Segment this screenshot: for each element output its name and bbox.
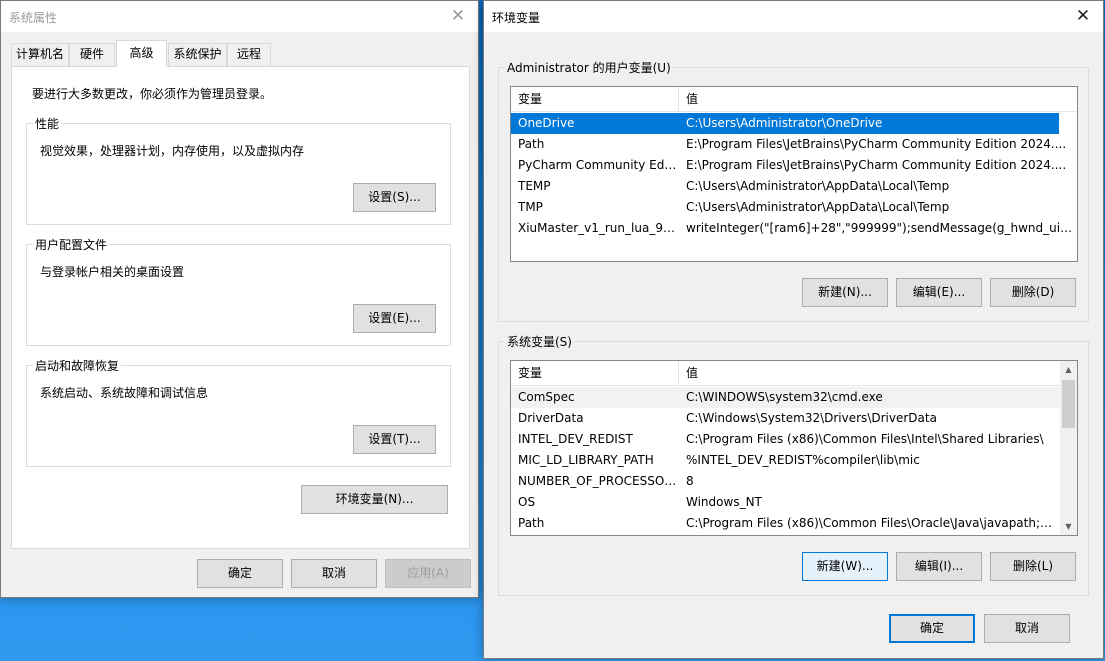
user-profiles-settings-button[interactable]: 设置(E)... (353, 304, 436, 333)
system-properties-window: 系统属性 ✕ 计算机名 硬件 高级 系统保护 远程 要进行大多数更改，你必须作为… (0, 0, 479, 598)
tab-label: 远程 (236, 47, 261, 61)
user-delete-button[interactable]: 删除(D) (990, 278, 1076, 307)
column-header-variable[interactable]: 变量 (511, 361, 679, 386)
variable-value: C:\Program Files (x86)\Common Files\Orac… (686, 516, 1054, 530)
variable-value: %INTEL_DEV_REDIST%compiler\lib\mic (686, 453, 920, 467)
group-title: 用户配置文件 (33, 236, 110, 253)
cancel-button[interactable]: 取消 (291, 559, 377, 588)
list-row[interactable]: OneDrive C:\Users\Administrator\OneDrive (511, 113, 1059, 134)
variable-name: TMP (518, 200, 543, 214)
list-header: 变量 值 (511, 87, 1077, 112)
user-variables-group: Administrator 的用户变量(U) 变量 值 OneDrive C:\… (498, 59, 1089, 322)
variable-value: C:\Users\Administrator\AppData\Local\Tem… (686, 200, 950, 214)
list-row[interactable]: DriverData C:\Windows\System32\Drivers\D… (511, 408, 1060, 429)
scroll-thumb[interactable] (1062, 380, 1075, 428)
advanced-tab-panel: 要进行大多数更改，你必须作为管理员登录。 性能 视觉效果，处理器计划，内存使用，… (11, 66, 470, 549)
variable-value: E:\Program Files\JetBrains\PyCharm Commu… (686, 137, 1067, 151)
cancel-button[interactable]: 取消 (984, 614, 1070, 643)
variable-value: C:\WINDOWS\system32\cmd.exe (686, 390, 883, 404)
column-header-value[interactable]: 值 (679, 361, 1060, 386)
environment-variables-titlebar[interactable]: 环境变量 ✕ (484, 1, 1103, 32)
variable-name: OS (518, 495, 536, 509)
startup-recovery-group: 启动和故障恢复 系统启动、系统故障和调试信息 设置(T)... (26, 357, 451, 467)
group-description: 与登录帐户相关的桌面设置 (40, 265, 185, 279)
tab-system-protection[interactable]: 系统保护 (168, 43, 227, 66)
window-title: 系统属性 (9, 11, 58, 25)
list-row[interactable]: XiuMaster_v1_run_lua_988 writeInteger("[… (511, 218, 1077, 239)
startup-recovery-settings-button[interactable]: 设置(T)... (353, 425, 436, 454)
user-variables-list[interactable]: 变量 值 OneDrive C:\Users\Administrator\One… (510, 86, 1078, 262)
list-row[interactable]: TMP C:\Users\Administrator\AppData\Local… (511, 197, 1077, 218)
scroll-down-icon[interactable]: ▼ (1060, 518, 1077, 535)
system-delete-button[interactable]: 删除(L) (990, 552, 1076, 581)
variable-name: OneDrive (518, 116, 575, 130)
variable-value: C:\Users\Administrator\AppData\Local\Tem… (686, 179, 950, 193)
close-icon[interactable]: ✕ (438, 1, 478, 32)
performance-settings-button[interactable]: 设置(S)... (353, 183, 436, 212)
environment-variables-button[interactable]: 环境变量(N)... (301, 485, 448, 514)
scroll-up-icon[interactable]: ▲ (1060, 361, 1077, 378)
system-edit-button[interactable]: 编辑(I)... (896, 552, 982, 581)
user-new-button[interactable]: 新建(N)... (802, 278, 888, 307)
variable-name: ComSpec (518, 390, 575, 404)
system-variables-scrollbar[interactable]: ▲ ▼ (1060, 361, 1077, 535)
environment-variables-window: 环境变量 ✕ Administrator 的用户变量(U) 变量 值 OneDr… (483, 0, 1104, 659)
variable-value: C:\Users\Administrator\OneDrive (686, 116, 883, 130)
system-variables-title: 系统变量(S) (505, 333, 574, 350)
variable-name: Path (518, 137, 545, 151)
tab-hardware[interactable]: 硬件 (69, 43, 115, 66)
group-title: 启动和故障恢复 (33, 357, 122, 374)
variable-value: writeInteger("[ram6]+28","999999");sendM… (686, 221, 1074, 235)
tab-label: 硬件 (79, 47, 104, 61)
variable-name: MIC_LD_LIBRARY_PATH (518, 453, 654, 467)
window-title: 环境变量 (492, 11, 541, 25)
system-variables-list[interactable]: 变量 值 ComSpec C:\WINDOWS\system32\cmd.exe… (510, 360, 1078, 536)
user-edit-button[interactable]: 编辑(E)... (896, 278, 982, 307)
tab-label: 高级 (129, 46, 154, 60)
group-title: 性能 (33, 115, 62, 132)
list-row[interactable]: INTEL_DEV_REDIST C:\Program Files (x86)\… (511, 429, 1060, 450)
column-header-value[interactable]: 值 (679, 87, 1077, 112)
tab-computer-name[interactable]: 计算机名 (11, 43, 69, 66)
list-row[interactable]: ComSpec C:\WINDOWS\system32\cmd.exe (511, 387, 1060, 408)
variable-value: C:\Windows\System32\Drivers\DriverData (686, 411, 937, 425)
list-row[interactable]: Path E:\Program Files\JetBrains\PyCharm … (511, 134, 1077, 155)
ok-button[interactable]: 确定 (197, 559, 283, 588)
list-row[interactable]: Path C:\Program Files (x86)\Common Files… (511, 513, 1060, 534)
variable-name: NUMBER_OF_PROCESSORS (518, 474, 678, 488)
close-icon[interactable]: ✕ (1063, 1, 1103, 32)
system-variables-group: 系统变量(S) 变量 值 ComSpec C:\WINDOWS\system32… (498, 333, 1089, 596)
list-row[interactable]: TEMP C:\Users\Administrator\AppData\Loca… (511, 176, 1077, 197)
tab-advanced[interactable]: 高级 (116, 40, 167, 67)
list-header: 变量 值 (511, 361, 1060, 386)
tab-label: 系统保护 (173, 47, 222, 61)
list-row[interactable]: NUMBER_OF_PROCESSORS 8 (511, 471, 1060, 492)
user-variables-title: Administrator 的用户变量(U) (505, 59, 673, 76)
group-description: 视觉效果，处理器计划，内存使用，以及虚拟内存 (40, 144, 305, 158)
system-new-button[interactable]: 新建(W)... (802, 552, 888, 581)
tab-label: 计算机名 (15, 47, 64, 61)
variable-name: DriverData (518, 411, 584, 425)
group-description: 系统启动、系统故障和调试信息 (40, 386, 209, 400)
list-row[interactable]: MIC_LD_LIBRARY_PATH %INTEL_DEV_REDIST%co… (511, 450, 1060, 471)
variable-name: INTEL_DEV_REDIST (518, 432, 633, 446)
admin-notice: 要进行大多数更改，你必须作为管理员登录。 (32, 87, 273, 101)
variable-name: TEMP (518, 179, 551, 193)
variable-value: C:\Program Files (x86)\Common Files\Inte… (686, 432, 1044, 446)
tab-remote[interactable]: 远程 (227, 43, 271, 66)
performance-group: 性能 视觉效果，处理器计划，内存使用，以及虚拟内存 设置(S)... (26, 115, 451, 225)
variable-value: 8 (686, 474, 694, 488)
variable-name: Path (518, 516, 545, 530)
variable-name: XiuMaster_v1_run_lua_988 (518, 221, 678, 235)
column-header-variable[interactable]: 变量 (511, 87, 679, 112)
user-profiles-group: 用户配置文件 与登录帐户相关的桌面设置 设置(E)... (26, 236, 451, 346)
list-row[interactable]: OS Windows_NT (511, 492, 1060, 513)
system-properties-titlebar[interactable]: 系统属性 ✕ (1, 1, 478, 32)
variable-value: E:\Program Files\JetBrains\PyCharm Commu… (686, 158, 1067, 172)
apply-button[interactable]: 应用(A) (385, 559, 471, 588)
list-row[interactable]: PyCharm Community Editi... E:\Program Fi… (511, 155, 1077, 176)
ok-button[interactable]: 确定 (889, 614, 975, 643)
variable-name: PyCharm Community Editi... (518, 158, 678, 172)
variable-value: Windows_NT (686, 495, 762, 509)
